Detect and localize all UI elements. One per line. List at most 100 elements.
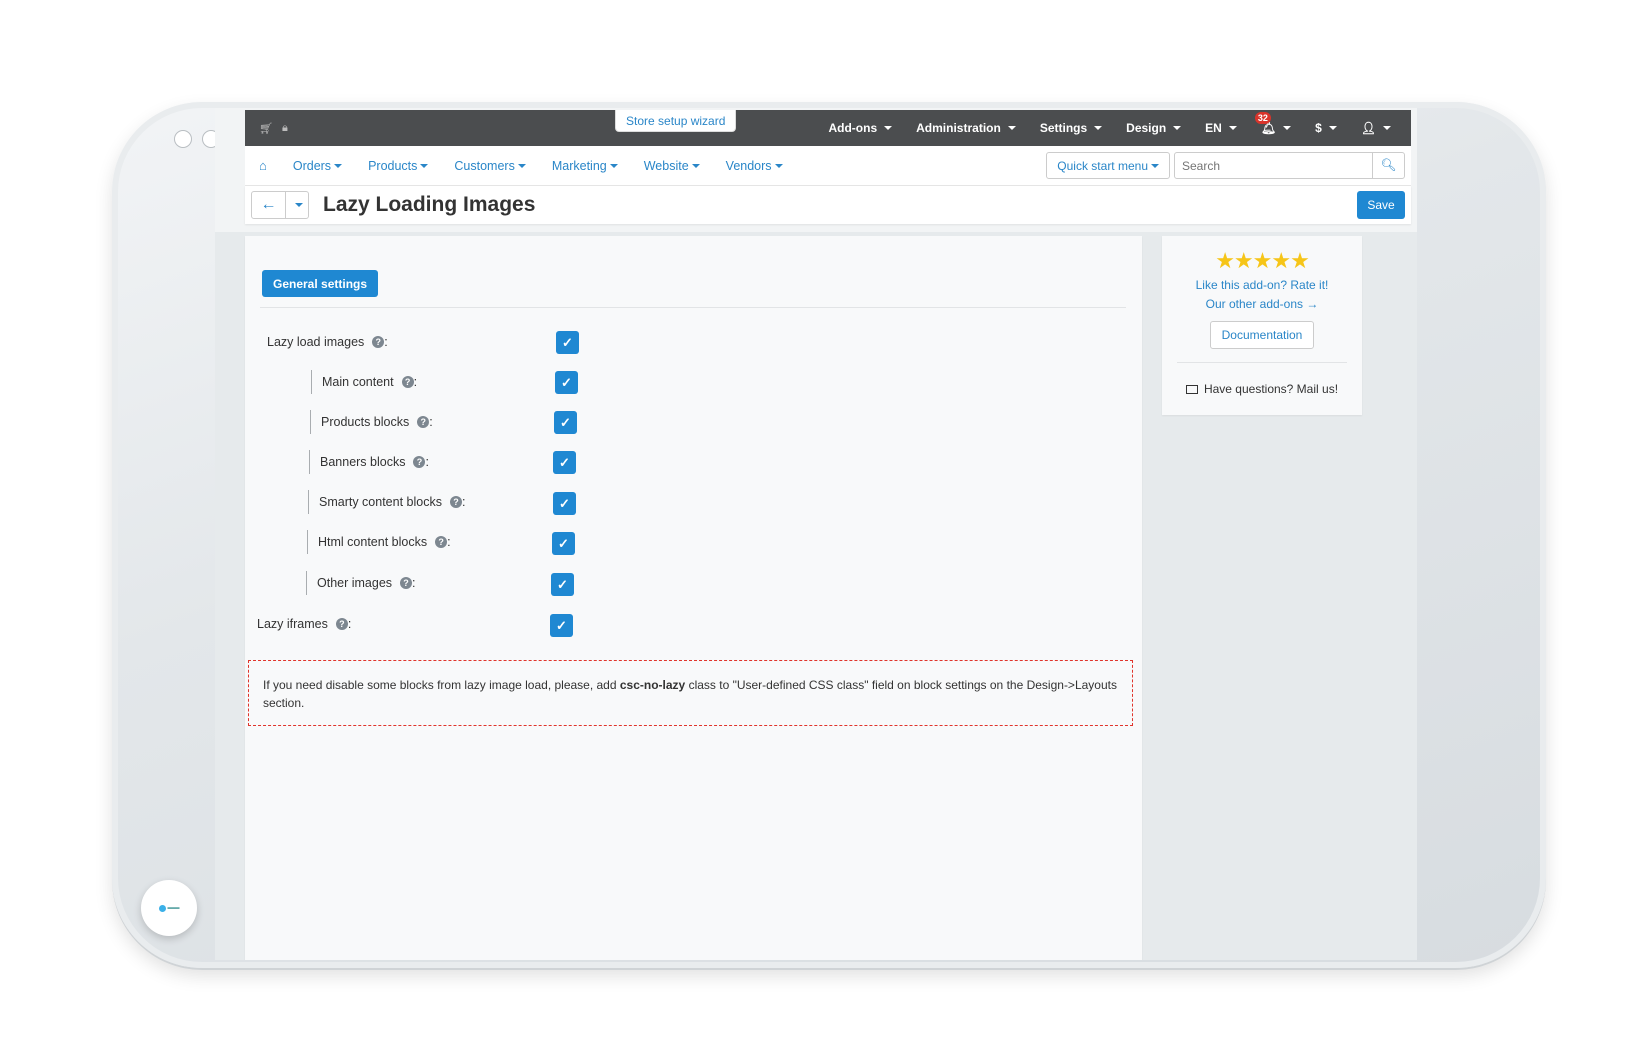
search-input[interactable] xyxy=(1175,153,1372,178)
field-label: Lazy iframes xyxy=(257,617,328,631)
help-icon[interactable]: ? xyxy=(372,336,385,348)
caret-down-icon xyxy=(1383,126,1391,130)
field-label: Smarty content blocks xyxy=(319,495,442,509)
caret-down-icon xyxy=(1007,126,1016,130)
notifications-badge: 32 xyxy=(1254,112,1271,124)
other-addons-link[interactable]: Our other add-ons → xyxy=(1162,297,1362,311)
envelope-icon xyxy=(1185,384,1198,394)
indent-bar xyxy=(307,530,308,554)
field-other-images: Other images?: xyxy=(306,570,416,596)
menu-label: EN xyxy=(1205,121,1222,135)
sidebar-divider xyxy=(1177,362,1347,363)
title-bar: ← Lazy Loading Images Save xyxy=(245,186,1411,224)
menu-label: Add-ons xyxy=(828,121,878,135)
window-dot xyxy=(174,130,192,148)
field-label: Banners blocks xyxy=(320,455,406,469)
tab-general-settings[interactable]: General settings xyxy=(262,270,379,297)
quick-start-menu-button[interactable]: Quick start menu xyxy=(1046,152,1170,179)
menu-language[interactable]: EN xyxy=(1193,121,1249,135)
rate-addon-link[interactable]: Like this add-on? Rate it! xyxy=(1162,278,1362,292)
home-button[interactable]: ▬▬ xyxy=(141,880,197,936)
checkbox-lazy-iframes[interactable]: ✓ xyxy=(550,614,573,637)
checkbox-banners-blocks[interactable]: ✓ xyxy=(553,451,576,474)
field-html-content-blocks: Html content blocks?: xyxy=(307,529,451,555)
caret-down-icon xyxy=(774,163,783,168)
home-icon[interactable]: ⌂ xyxy=(259,158,267,173)
notifications-menu[interactable]: 🔔︎ 32 xyxy=(1249,112,1303,135)
mail-us-link[interactable]: Have questions? Mail us! xyxy=(1162,382,1362,396)
cart-icon[interactable]: 🛒︎ xyxy=(259,122,273,135)
caret-down-icon xyxy=(1173,126,1182,130)
menu-currency[interactable]: $ xyxy=(1303,121,1349,135)
help-icon[interactable]: ? xyxy=(435,536,448,548)
nav-label: Orders xyxy=(292,158,332,173)
menu-administration[interactable]: Administration xyxy=(904,121,1028,135)
caret-down-icon xyxy=(1151,163,1159,168)
help-icon[interactable]: ? xyxy=(417,416,430,428)
indent-bar xyxy=(306,571,307,595)
notice-text-before: If you need disable some blocks from laz… xyxy=(263,678,620,692)
menu-label: Settings xyxy=(1039,121,1088,135)
back-button-group: ← xyxy=(251,191,309,219)
help-icon[interactable]: ? xyxy=(335,618,348,630)
rating-stars-icon[interactable]: ★★★★★ xyxy=(1162,248,1362,274)
caret-down-icon xyxy=(691,163,700,168)
menu-settings[interactable]: Settings xyxy=(1028,121,1114,135)
nav-label: Marketing xyxy=(551,158,607,173)
field-colon: : xyxy=(447,535,451,549)
checkbox-html-content-blocks[interactable]: ✓ xyxy=(552,532,575,555)
help-icon[interactable]: ? xyxy=(401,376,414,388)
store-setup-wizard-button[interactable]: Store setup wizard xyxy=(615,110,737,132)
nav-orders[interactable]: Orders xyxy=(292,158,343,173)
indent-bar xyxy=(308,490,309,514)
help-icon[interactable]: ? xyxy=(413,456,426,468)
checkbox-products-blocks[interactable]: ✓ xyxy=(554,411,577,434)
indent-bar xyxy=(310,410,311,434)
caret-down-icon xyxy=(334,163,343,168)
notice-code: csc-no-lazy xyxy=(619,678,686,692)
checkbox-lazy-load-images[interactable]: ✓ xyxy=(556,331,579,354)
nav-products[interactable]: Products xyxy=(368,159,429,173)
field-lazy-iframes: Lazy iframes?: xyxy=(257,611,351,637)
mail-label: Have questions? Mail us! xyxy=(1203,382,1339,396)
quick-start-label: Quick start menu xyxy=(1057,158,1148,173)
tab-divider xyxy=(260,307,1126,308)
nav-website[interactable]: Website xyxy=(644,159,700,173)
field-colon: : xyxy=(413,375,418,389)
help-icon[interactable]: ? xyxy=(400,577,413,589)
nav-label: Vendors xyxy=(725,158,772,173)
menu-add-ons[interactable]: Add-ons xyxy=(816,121,904,135)
store-logo-icon: ▬▬ xyxy=(158,904,180,912)
nav-customers[interactable]: Customers xyxy=(454,159,526,173)
caret-down-icon xyxy=(1283,126,1292,130)
documentation-button[interactable]: Documentation xyxy=(1209,321,1315,349)
page-title: Lazy Loading Images xyxy=(323,193,536,216)
nav-vendors[interactable]: Vendors xyxy=(726,159,783,173)
main-nav: ⌂ Orders Products Customers Marketing We… xyxy=(245,146,1411,186)
field-colon: : xyxy=(347,617,352,631)
caret-down-icon xyxy=(294,203,303,207)
save-button[interactable]: Save xyxy=(1357,191,1405,219)
top-bar-icons: 🛒︎ 🔒︎ xyxy=(259,122,288,135)
field-banners-blocks: Banners blocks?: xyxy=(309,449,429,475)
field-lazy-load-images: Lazy load images?: xyxy=(267,329,388,355)
lock-icon[interactable]: 🔒︎ xyxy=(282,122,288,135)
menu-user[interactable]: 👤︎ xyxy=(1349,121,1411,135)
menu-label: $ xyxy=(1315,121,1322,135)
search-icon[interactable]: 🔍︎ xyxy=(1372,153,1404,178)
back-arrow-icon[interactable]: ← xyxy=(252,192,286,218)
field-colon: : xyxy=(412,576,416,590)
field-main-content: Main content?: xyxy=(311,369,417,395)
field-label: Main content xyxy=(322,375,394,389)
top-menu: Add-ons Administration Settings Design E… xyxy=(816,110,1411,146)
field-colon: : xyxy=(429,415,433,429)
help-icon[interactable]: ? xyxy=(449,496,462,508)
field-colon: : xyxy=(384,335,388,349)
menu-design[interactable]: Design xyxy=(1114,121,1193,135)
nav-marketing[interactable]: Marketing xyxy=(552,159,618,173)
back-dropdown-button[interactable] xyxy=(286,192,308,218)
menu-label: Design xyxy=(1126,121,1167,135)
checkbox-other-images[interactable]: ✓ xyxy=(551,573,574,596)
checkbox-main-content[interactable]: ✓ xyxy=(555,371,578,394)
checkbox-smarty-content-blocks[interactable]: ✓ xyxy=(553,492,576,515)
